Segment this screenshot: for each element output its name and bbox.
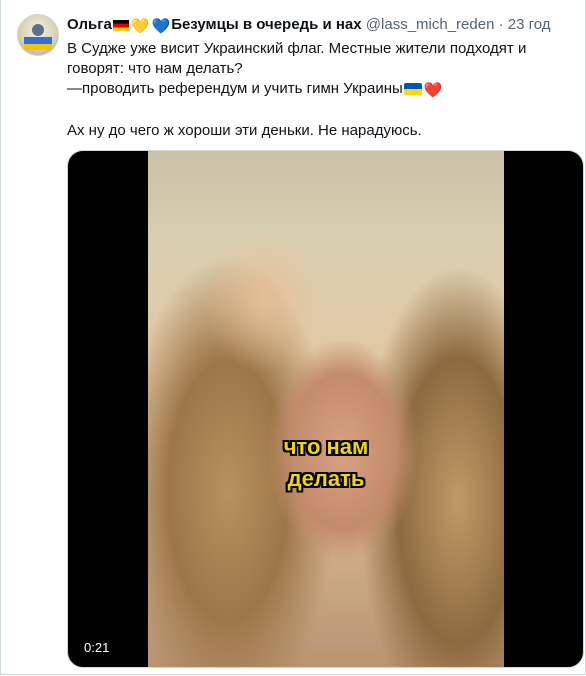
- author-handle[interactable]: @lass_mich_reden: [366, 16, 495, 33]
- tweet-text-line: В Судже уже висит Украинский флаг. Местн…: [67, 40, 527, 57]
- video-caption: делать: [287, 466, 365, 491]
- video-duration: 0:21: [84, 640, 110, 655]
- separator-dot: ·: [498, 16, 504, 33]
- avatar-flag-yellow: [24, 44, 52, 50]
- tweet-text: В Судже уже висит Украинский флаг. Местн…: [67, 39, 572, 141]
- avatar-flag-blue: [24, 37, 52, 44]
- tweet-text-line: Ах ну до чего ж хороши эти деньки. Не на…: [67, 122, 422, 139]
- ukraine-flag-icon: [403, 83, 422, 95]
- tweet-text-line: —проводить референдум и учить гимн Украи…: [67, 79, 572, 101]
- video-caption: что нам: [283, 434, 369, 459]
- tweet-header: Ольга 💛 💙Безумцы в очередь и нах @lass_mic…: [67, 15, 551, 36]
- tweet-text-fragment: —проводить референдум и учить гимн Украи…: [67, 80, 403, 97]
- tweet-time[interactable]: 23 год: [508, 16, 551, 33]
- author-name-suffix[interactable]: Безумцы в очередь и нах: [171, 16, 361, 33]
- avatar[interactable]: [17, 14, 59, 56]
- yellow-heart-icon: 💛: [130, 18, 150, 35]
- video-frame[interactable]: что нам делать: [148, 151, 504, 667]
- author-name[interactable]: Ольга: [67, 16, 112, 33]
- german-flag-icon: [112, 20, 129, 31]
- video-player[interactable]: что нам делать 0:21: [67, 150, 584, 668]
- blue-heart-icon: 💙: [151, 18, 171, 35]
- red-heart-icon: ❤️: [423, 82, 443, 99]
- tweet-text-line: говорят: что нам делать?: [67, 60, 243, 77]
- avatar-figure: [32, 24, 44, 36]
